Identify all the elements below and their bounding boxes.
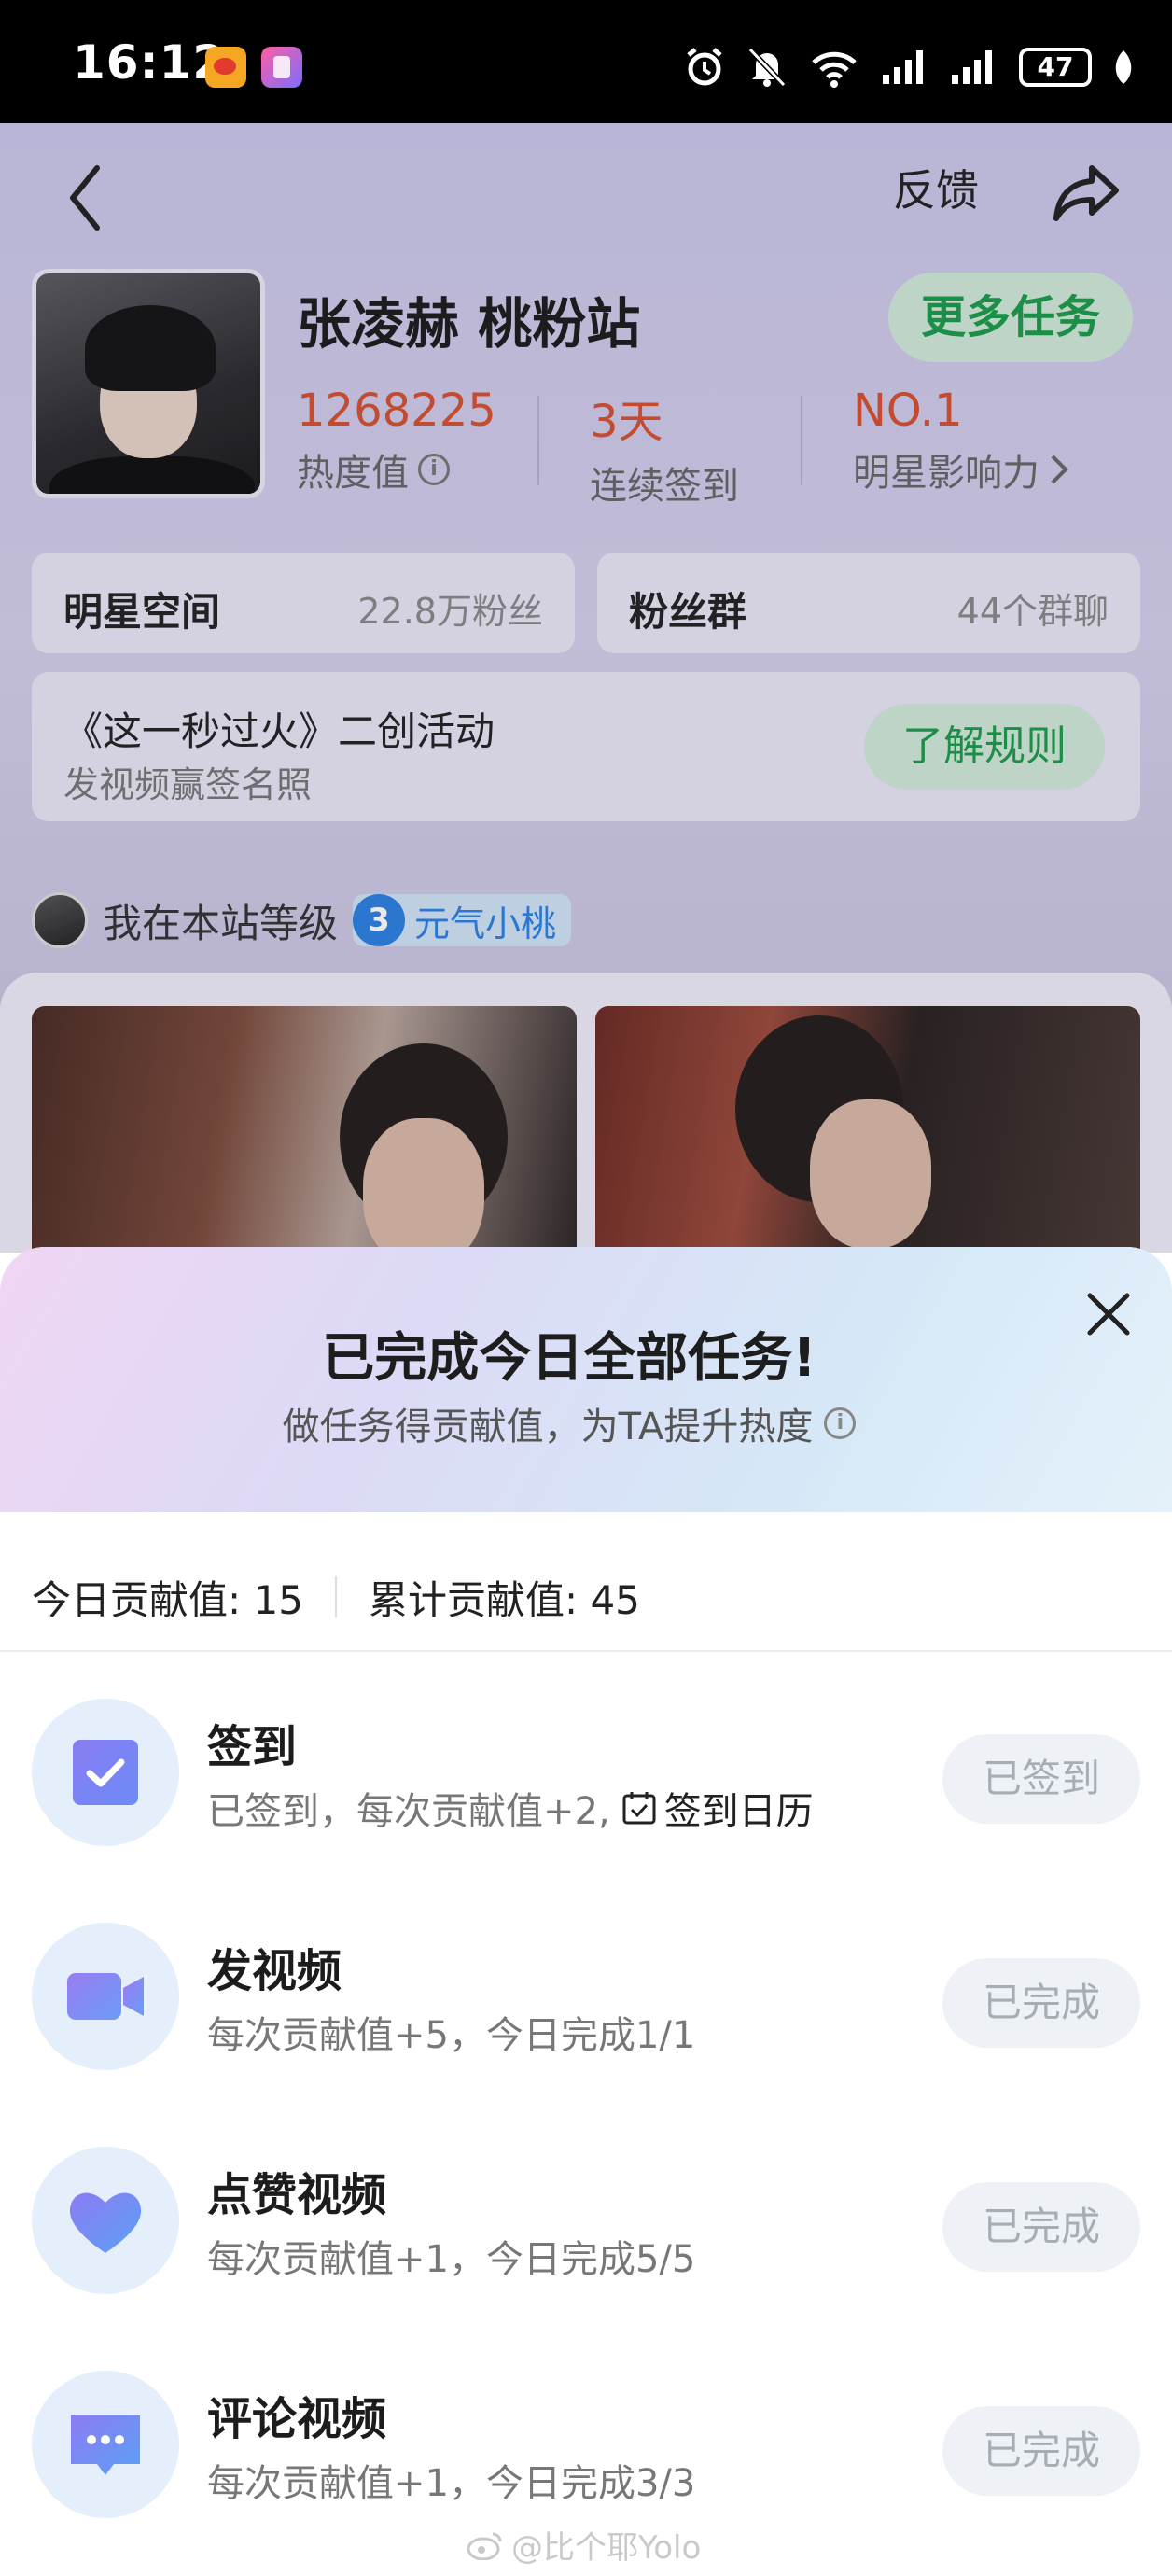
photo-thumbnail[interactable]: [32, 1006, 577, 1253]
watermark-text: @比个耶Yolo: [511, 2529, 702, 2567]
task-comment-video: 评论视频 每次贡献值+1，今日完成3/3 已完成: [0, 2361, 1172, 2520]
calendar-check-icon: [622, 1792, 656, 1825]
stat-divider: [537, 396, 539, 485]
signal-icon: [883, 50, 923, 84]
activity-subtitle: 发视频赢签名照: [63, 764, 313, 805]
checkin-streak-stat: 3天 连续签到: [590, 385, 739, 510]
task-checkin: 签到 已签到，每次贡献值+2, 签到日历 已签到: [0, 1689, 1172, 1848]
heat-value-stat[interactable]: 1268225 热度值 i: [297, 385, 496, 497]
task-desc: 每次贡献值+1，今日完成5/5: [207, 2238, 696, 2281]
app-icon: [261, 47, 302, 88]
comment-icon: [71, 2415, 140, 2475]
more-tasks-button[interactable]: 更多任务: [888, 273, 1133, 362]
feedback-link[interactable]: 反馈: [893, 157, 979, 218]
mute-icon: [747, 47, 787, 88]
task-desc: 每次贡献值+5，今日完成1/1: [207, 2014, 696, 2057]
activity-title: 《这一秒过火》二创活动: [63, 708, 495, 754]
close-icon[interactable]: [1082, 1288, 1135, 1340]
task-name: 评论视频: [207, 2393, 387, 2445]
checkin-calendar-label: 签到日历: [663, 1790, 814, 1833]
contribution-divider: [334, 1576, 337, 1617]
task-desc-row: 已签到，每次贡献值+2, 签到日历: [207, 1781, 814, 1835]
influence-rank: NO.1: [853, 385, 963, 437]
task-name: 点赞视频: [207, 2169, 387, 2221]
contribution-summary: 今日贡献值: 15 累计贡献值: 45: [32, 1564, 640, 1630]
star-avatar[interactable]: [32, 269, 265, 498]
task-name: 签到: [207, 1721, 298, 1773]
influence-label: 明星影响力: [853, 452, 1039, 495]
fan-group-count: 44个群聊: [956, 591, 1109, 632]
heart-icon: [69, 2192, 142, 2253]
heat-value-label: 热度值: [297, 452, 409, 495]
battery-icon: 47: [1019, 48, 1092, 87]
checked-in-button[interactable]: 已签到: [942, 1734, 1140, 1824]
fan-group-card[interactable]: 粉丝群 44个群聊: [597, 553, 1140, 653]
wifi-icon: [812, 51, 857, 88]
fan-group-title: 粉丝群: [629, 589, 747, 635]
completed-button[interactable]: 已完成: [942, 1958, 1140, 2048]
sheet-subtitle: 做任务得贡献值，为TA提升热度: [282, 1406, 814, 1449]
video-camera-icon: [67, 1973, 144, 2020]
task-icon-bg: [32, 2147, 179, 2294]
star-space-title: 明星空间: [63, 589, 221, 635]
stat-divider: [801, 396, 802, 485]
status-bar: 16:12 47: [0, 0, 1172, 123]
completed-button[interactable]: 已完成: [942, 2406, 1140, 2496]
learn-rules-button[interactable]: 了解规则: [864, 704, 1105, 790]
user-avatar: [32, 892, 88, 948]
checkin-streak-value: 3天: [590, 396, 663, 448]
task-icon-bg: [32, 2371, 179, 2518]
total-contribution: 累计贡献值: 45: [368, 1576, 640, 1623]
share-icon[interactable]: [1049, 155, 1123, 230]
chevron-right-icon: [1051, 455, 1068, 484]
status-time: 16:12: [73, 35, 227, 90]
task-bottom-sheet: 已完成今日全部任务! 做任务得贡献值，为TA提升热度 i 今日贡献值: 15 累…: [0, 1247, 1172, 2576]
back-arrow-icon[interactable]: [62, 161, 108, 235]
star-space-fans: 22.8万粉丝: [357, 591, 543, 632]
sheet-title: 已完成今日全部任务!: [322, 1328, 816, 1389]
level-label: 我在本站等级: [103, 900, 339, 946]
star-space-card[interactable]: 明星空间 22.8万粉丝: [32, 553, 575, 653]
level-badge: 3 元气小桃: [353, 894, 572, 946]
sheet-header: 已完成今日全部任务! 做任务得贡献值，为TA提升热度 i: [0, 1247, 1172, 1512]
activity-banner[interactable]: 《这一秒过火》二创活动 发视频赢签名照 了解规则: [32, 672, 1140, 821]
task-desc: 每次贡献值+1，今日完成3/3: [207, 2462, 696, 2505]
task-icon-bg: [32, 1923, 179, 2070]
status-icons: 47: [683, 41, 1135, 93]
level-number: 3: [353, 894, 406, 946]
task-icon-bg: [32, 1699, 179, 1846]
alarm-icon: [687, 48, 722, 86]
section-divider: [0, 1650, 1172, 1652]
checkin-calendar-link[interactable]: 签到日历: [621, 1781, 814, 1835]
photo-thumbnail[interactable]: [595, 1006, 1140, 1253]
task-desc: 已签到，每次贡献值+2,: [207, 1790, 610, 1833]
completed-button[interactable]: 已完成: [942, 2182, 1140, 2272]
my-level-row[interactable]: 我在本站等级 3 元气小桃: [32, 890, 572, 950]
task-post-video: 发视频 每次贡献值+5，今日完成1/1 已完成: [0, 1913, 1172, 2072]
checkin-streak-label: 连续签到: [590, 465, 739, 508]
photo-grid: [0, 973, 1172, 1253]
weibo-logo-icon: [467, 2532, 502, 2560]
sheet-subtitle-row: 做任务得贡献值，为TA提升热度 i: [0, 1396, 1138, 1450]
leaf-icon: [1115, 50, 1132, 84]
signal-icon: [952, 50, 992, 84]
weibo-app-icon: [205, 47, 246, 88]
today-contribution: 今日贡献值: 15: [32, 1576, 303, 1623]
watermark: @比个耶Yolo: [467, 2522, 701, 2568]
influence-stat[interactable]: NO.1 明星影响力: [853, 385, 1069, 497]
info-icon[interactable]: i: [824, 1407, 857, 1439]
info-icon[interactable]: i: [418, 454, 450, 485]
fan-site-name: 张凌赫 桃粉站: [297, 292, 641, 356]
heat-value: 1268225: [297, 385, 496, 437]
checkbox-icon: [73, 1740, 138, 1805]
level-name: 元气小桃: [414, 903, 557, 945]
task-name: 发视频: [207, 1945, 342, 1997]
fan-site-page: 反馈 张凌赫 桃粉站 更多任务 1268225 热度值 i 3天 连续签到 NO.…: [0, 123, 1172, 1253]
task-like-video: 点赞视频 每次贡献值+1，今日完成5/5 已完成: [0, 2137, 1172, 2296]
